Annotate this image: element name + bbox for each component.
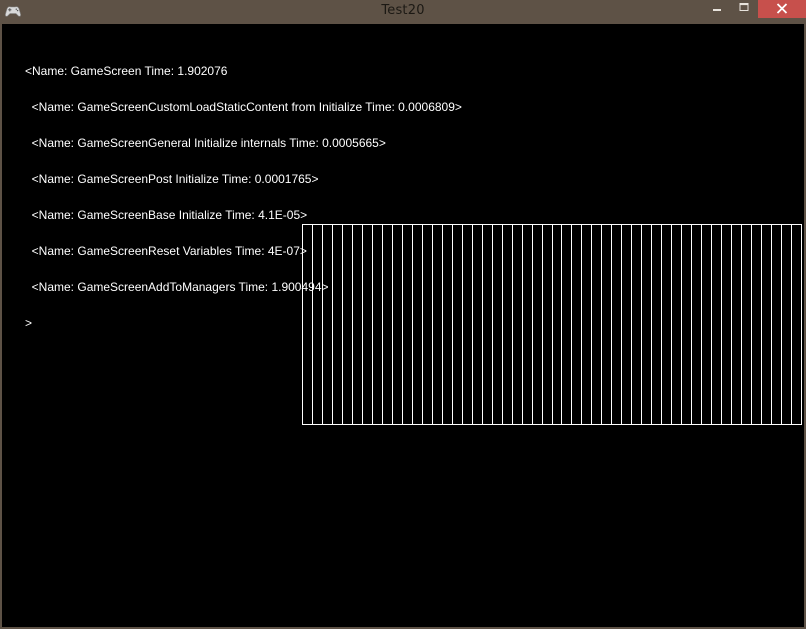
log-line: <Name: GameScreen Time: 1.902076 (25, 64, 228, 78)
game-viewport[interactable]: <Name: GameScreen Time: 1.902076 <Name: … (2, 24, 804, 627)
window-title: Test20 (381, 3, 425, 18)
close-icon (776, 3, 788, 14)
minimize-icon (713, 9, 721, 11)
line-grid (302, 224, 802, 425)
maximize-button[interactable] (730, 0, 758, 18)
minimize-button[interactable] (704, 0, 730, 18)
title-bar[interactable]: Test20 (0, 0, 806, 24)
app-window: Test20 <Name: GameScreen Time: 1.902076 … (0, 0, 806, 629)
log-line: <Name: GameScreenBase Initialize Time: 4… (25, 208, 308, 222)
maximize-icon (739, 3, 749, 11)
log-line: <Name: GameScreenCustomLoadStaticContent… (25, 100, 462, 114)
close-button[interactable] (758, 0, 806, 18)
log-line: <Name: GameScreenGeneral Initialize inte… (25, 136, 386, 150)
log-line: <Name: GameScreenPost Initialize Time: 0… (25, 172, 319, 186)
